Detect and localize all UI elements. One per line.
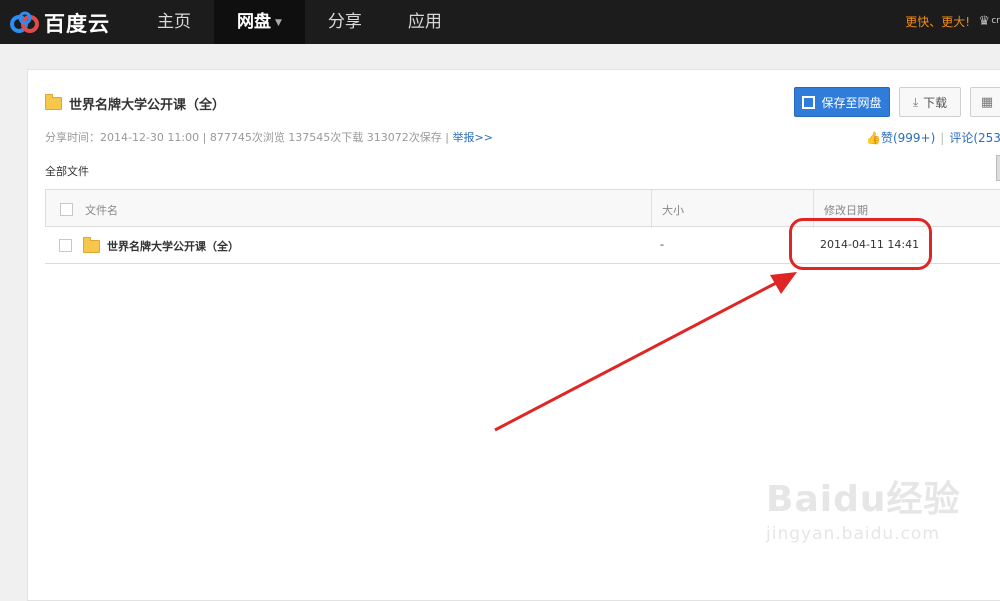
baidu-jingyan-watermark: Baidu经验 jingyan.baidu.com bbox=[766, 470, 960, 544]
watermark-url: jingyan.baidu.com bbox=[766, 524, 940, 544]
watermark-logo: Baidu经验 bbox=[766, 479, 961, 520]
